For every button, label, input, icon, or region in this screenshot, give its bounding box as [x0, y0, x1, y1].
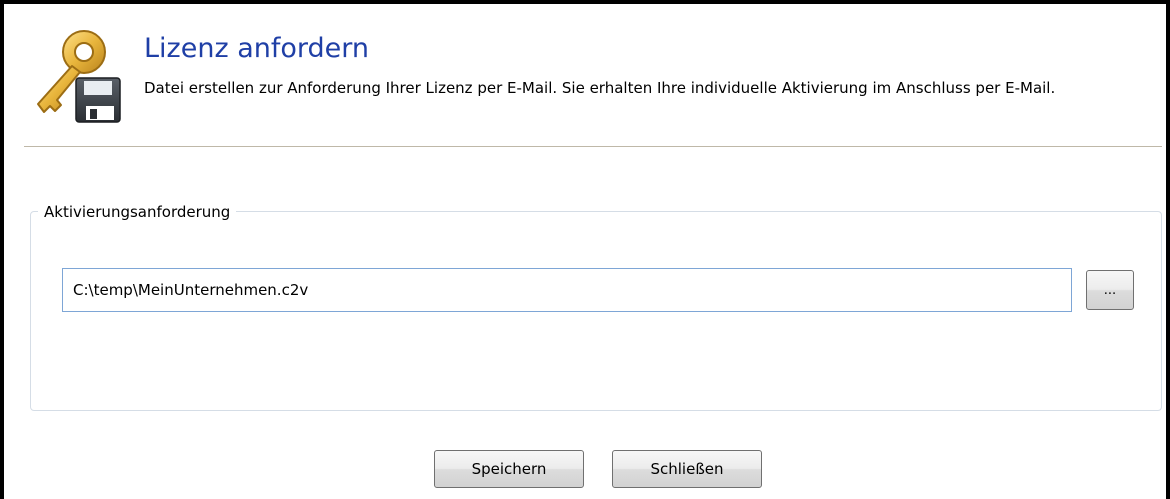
- activation-request-group-label: Aktivierungsanforderung: [38, 202, 237, 222]
- key-with-floppy-disk-icon: [37, 30, 121, 123]
- header-separator: [24, 146, 1162, 147]
- save-button[interactable]: Speichern: [434, 450, 584, 488]
- page-description: Datei erstellen zur Anforderung Ihrer Li…: [144, 79, 1056, 97]
- close-button[interactable]: Schließen: [612, 450, 762, 488]
- request-file-path-input[interactable]: [62, 268, 1072, 312]
- dialog-window: Lizenz anfordern Datei erstellen zur Anf…: [0, 0, 1170, 499]
- page-title: Lizenz anfordern: [144, 33, 369, 64]
- browse-button[interactable]: ...: [1086, 270, 1134, 310]
